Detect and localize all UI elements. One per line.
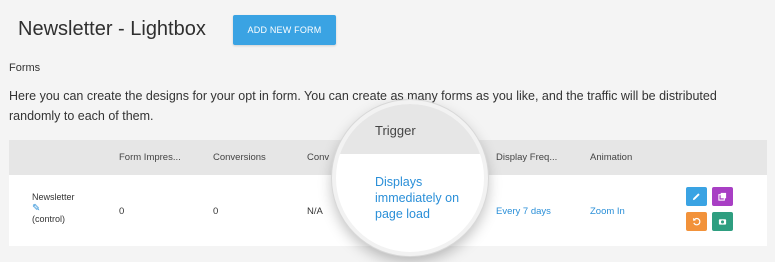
- column-header-animation: Animation: [590, 152, 633, 163]
- form-variant: (control): [32, 214, 66, 224]
- camera-icon: [718, 219, 727, 225]
- pencil-icon: [692, 193, 700, 201]
- conversion-rate-value: N/A: [307, 206, 323, 217]
- column-header-impressions[interactable]: Form Impres...: [119, 152, 181, 163]
- reset-stats-button[interactable]: [686, 212, 707, 231]
- form-name: Newsletter: [32, 192, 75, 202]
- column-header-display-frequency[interactable]: Display Freq...: [496, 152, 557, 163]
- animation-link[interactable]: Zoom In: [590, 206, 625, 217]
- impressions-value: 0: [119, 206, 125, 217]
- column-header-conversions[interactable]: Conversions: [213, 152, 266, 163]
- column-header-conversion-rate[interactable]: Conv: [307, 152, 329, 163]
- display-frequency-link[interactable]: Every 7 days: [496, 206, 551, 217]
- edit-form-button[interactable]: [686, 187, 707, 206]
- duplicate-form-button[interactable]: [712, 187, 733, 206]
- conversions-value: 0: [213, 206, 219, 217]
- column-header-trigger: Trigger: [375, 123, 416, 138]
- form-name-cell: Newsletter ✎ (control): [32, 192, 75, 225]
- add-new-form-button[interactable]: ADD NEW FORM: [233, 15, 336, 45]
- page-title: Newsletter - Lightbox: [18, 18, 206, 40]
- magnifier-header: Trigger: [336, 104, 484, 154]
- preview-form-button[interactable]: [712, 212, 733, 231]
- section-label: Forms: [9, 62, 41, 74]
- pencil-icon[interactable]: ✎: [32, 203, 40, 214]
- magnifier-callout: Trigger Displays immediately on page loa…: [332, 100, 488, 256]
- copy-icon: [718, 192, 727, 201]
- undo-icon: [692, 217, 701, 226]
- trigger-link[interactable]: Displays immediately on page load: [375, 174, 475, 222]
